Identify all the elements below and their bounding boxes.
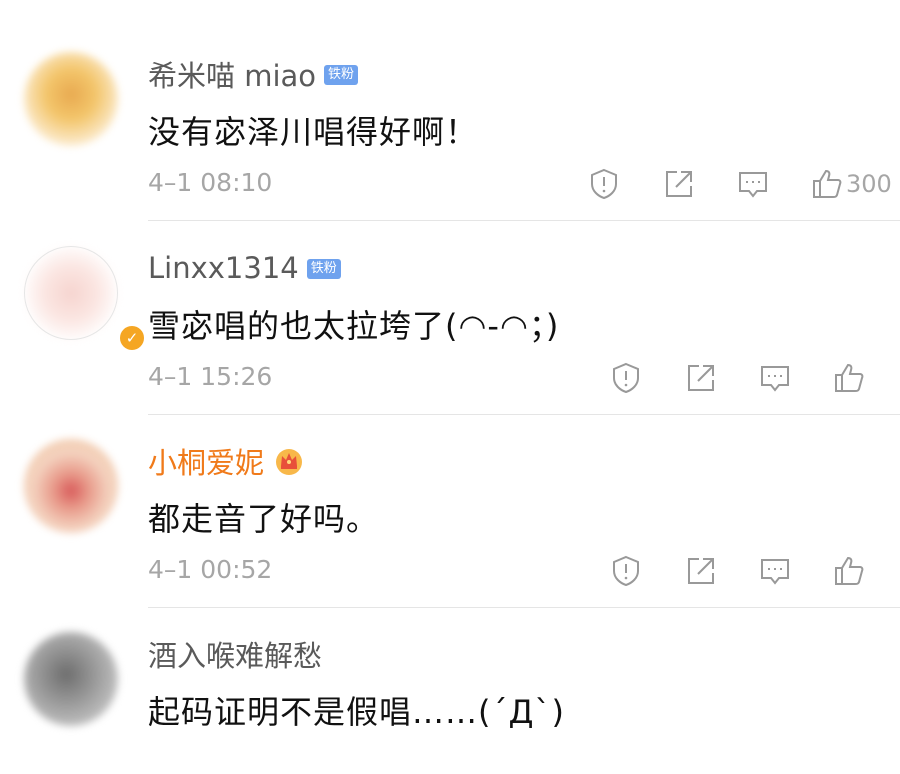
username[interactable]: 希米喵 miao	[148, 53, 316, 95]
username[interactable]: 酒入喉难解愁	[148, 633, 322, 675]
username-row: 小桐爱妮	[148, 440, 306, 482]
verified-icon: ✓	[118, 324, 146, 352]
avatar[interactable]: ✓	[24, 246, 146, 352]
fan-badge: 铁粉	[324, 65, 359, 85]
comment-item: 酒入喉难解愁 起码证明不是假唱……(´Д`)	[0, 580, 900, 774]
comment-text: 雪宓唱的也太拉垮了(◠-◠；)	[148, 307, 560, 345]
username-row: Linxx1314 铁粉	[148, 250, 341, 286]
crown-badge-icon	[276, 449, 303, 475]
comment-text: 都走音了好吗。	[148, 500, 380, 538]
comment-item: 小桐爱妮 都走音了好吗。 4–1 00:52	[0, 387, 900, 608]
comment-item: ✓ Linxx1314 铁粉 雪宓唱的也太拉垮了(◠-◠；) 4–1 15:26	[0, 194, 900, 415]
avatar[interactable]	[24, 632, 118, 726]
username-row: 希米喵 miao 铁粉	[148, 53, 359, 95]
username[interactable]: 小桐爱妮	[148, 440, 264, 482]
comment-text: 起码证明不是假唱……(´Д`)	[148, 693, 565, 731]
avatar[interactable]	[24, 439, 118, 533]
username[interactable]: Linxx1314	[148, 251, 299, 285]
username-row: 酒入喉难解愁	[148, 633, 322, 675]
comment-item: 希米喵 miao 铁粉 没有宓泽川唱得好啊！ 4–1 08:10 300	[0, 0, 900, 221]
avatar[interactable]	[24, 52, 118, 146]
comment-text: 没有宓泽川唱得好啊！	[148, 113, 479, 151]
timestamp: 4–1 08:10	[148, 168, 273, 197]
fan-badge: 铁粉	[306, 259, 341, 279]
